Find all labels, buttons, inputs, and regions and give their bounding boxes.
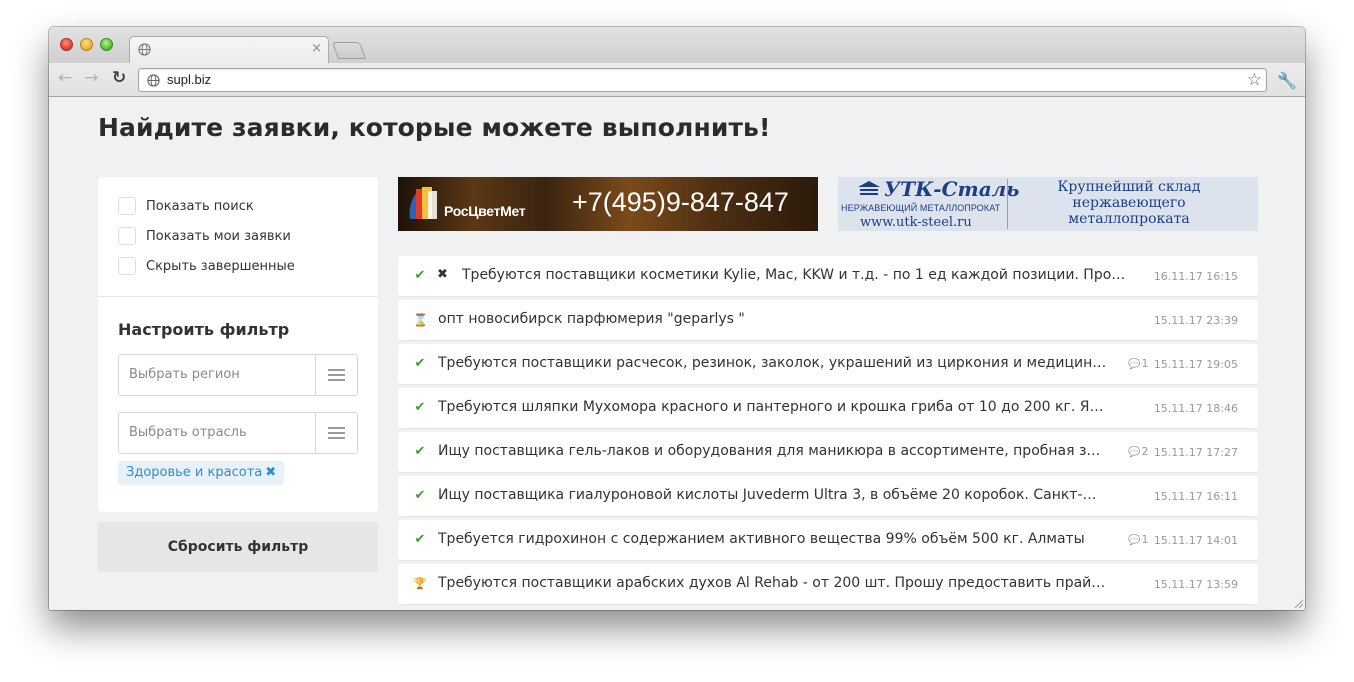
region-placeholder[interactable]: Выбрать регион: [129, 367, 240, 382]
remove-tag-icon[interactable]: ✖: [265, 465, 276, 480]
browser-toolbar: ← → ↻ supl.biz ☆ 🔧: [49, 63, 1305, 97]
comments-count[interactable]: 💬2: [1128, 445, 1148, 458]
menu-icon[interactable]: [315, 355, 357, 395]
roscvetmet-logo-icon: [409, 187, 437, 219]
request-row[interactable]: ✔ Ищу поставщика гиалуроновой кислоты Juv…: [398, 476, 1258, 516]
reset-filter-button[interactable]: Сбросить фильтр: [98, 522, 378, 572]
request-date: 15.11.17 16:11: [1153, 490, 1238, 503]
bookmark-star-icon[interactable]: ☆: [1247, 70, 1262, 90]
page-content: Найдите заявки, которые можете выполнить…: [49, 98, 1305, 610]
request-title-link[interactable]: Требуются шляпки Мухомора красного и пан…: [438, 399, 1136, 419]
banner-divider: [1007, 179, 1008, 229]
banner-subtitle: НЕРЖАВЕЮЩИЙ МЕТАЛЛОПРОКАТ: [841, 203, 1001, 213]
menu-icon[interactable]: [315, 413, 357, 453]
request-date: 15.11.17 19:05: [1153, 358, 1238, 371]
address-bar[interactable]: supl.biz ☆: [138, 68, 1267, 92]
tag-label[interactable]: Здоровье и красота: [126, 465, 262, 480]
slogan-line: нержавеющего: [1072, 195, 1186, 211]
browser-window: × ← → ↻ supl.biz ☆ 🔧 Найдите заявки, кот…: [49, 27, 1305, 610]
comments-number: 1: [1141, 533, 1149, 546]
check-icon: ✔: [414, 444, 426, 459]
request-date: 16.11.17 16:15: [1153, 270, 1238, 283]
request-row[interactable]: ✔ Ищу поставщика гель-лаков и оборудовани…: [398, 432, 1258, 472]
banner-phone: +7(495)9-847-847: [572, 187, 789, 217]
reload-icon[interactable]: ↻: [112, 70, 126, 87]
checkbox[interactable]: [118, 257, 136, 275]
request-title-link[interactable]: Требуются поставщики косметики Kylie, Ma…: [462, 267, 1136, 287]
checkbox-label[interactable]: Показать мои заявки: [146, 229, 291, 244]
banner-brand: УТК-Сталь: [884, 177, 1020, 201]
utk-logo-icon: [858, 181, 880, 195]
checkbox[interactable]: [118, 197, 136, 215]
comments-number: 1: [1141, 357, 1149, 370]
close-window-button[interactable]: [60, 38, 73, 51]
comments-count[interactable]: 💬1: [1128, 357, 1148, 370]
active-filter-tag[interactable]: Здоровье и красота ✖: [118, 461, 285, 485]
request-title-link[interactable]: Требуются поставщики арабских духов Al R…: [438, 575, 1136, 595]
request-date: 15.11.17 14:01: [1153, 534, 1238, 547]
banner-roscvetmet[interactable]: РосЦветМет +7(495)9-847-847: [398, 177, 818, 231]
comments-count[interactable]: 💬1: [1128, 533, 1148, 546]
forward-arrow-icon[interactable]: →: [84, 70, 98, 87]
check-icon: ✔: [414, 488, 426, 503]
region-select[interactable]: Выбрать регион: [118, 354, 358, 396]
title-bar: ×: [49, 27, 1305, 63]
request-date: 15.11.17 18:46: [1153, 402, 1238, 415]
request-title-link[interactable]: Требуется гидрохинон с содержанием актив…: [438, 531, 1120, 551]
request-date: 15.11.17 23:39: [1153, 314, 1238, 327]
request-row[interactable]: ✔ ✖ Требуются поставщики косметики Kylie, …: [398, 256, 1258, 296]
filter-heading: Настроить фильтр: [118, 320, 290, 339]
banner-site: www.utk-steel.ru: [860, 215, 972, 230]
check-icon: ✔: [414, 268, 426, 283]
request-date: 15.11.17 17:27: [1153, 446, 1238, 459]
resize-grip-icon[interactable]: [1293, 598, 1303, 608]
trophy-icon: 🏆: [413, 577, 427, 590]
comments-number: 2: [1141, 445, 1149, 458]
minimize-window-button[interactable]: [80, 38, 93, 51]
request-row[interactable]: ✔ Требуются поставщики расчесок, резинок,…: [398, 344, 1258, 384]
check-icon: ✔: [414, 532, 426, 547]
request-row[interactable]: ✔ Требуются шляпки Мухомора красного и па…: [398, 388, 1258, 428]
request-title-link[interactable]: Ищу поставщика гель-лаков и оборудования…: [438, 443, 1120, 463]
request-date: 15.11.17 13:59: [1153, 578, 1238, 591]
checkbox[interactable]: [118, 227, 136, 245]
banner-slogan: Крупнейший склад нержавеющего металлопро…: [1018, 179, 1240, 227]
slogan-line: Крупнейший склад: [1057, 179, 1201, 195]
back-arrow-icon[interactable]: ←: [58, 70, 72, 87]
globe-icon: [147, 74, 160, 87]
zoom-window-button[interactable]: [100, 38, 113, 51]
slogan-line: металлопроката: [1068, 211, 1190, 227]
divider: [98, 296, 378, 297]
browser-tab[interactable]: ×: [129, 36, 329, 63]
filter-panel: Показать поиск Показать мои заявки Скрыт…: [98, 177, 378, 512]
industry-select[interactable]: Выбрать отрасль: [118, 412, 358, 454]
industry-placeholder[interactable]: Выбрать отрасль: [129, 425, 247, 440]
request-row[interactable]: ⌛ опт новосибирск парфюмерия "geparlys " 1…: [398, 300, 1258, 340]
wrench-icon[interactable]: 🔧: [1277, 71, 1297, 90]
globe-icon: [138, 43, 151, 56]
request-row[interactable]: ✔ Требуется гидрохинон с содержанием акти…: [398, 520, 1258, 560]
page-title: Найдите заявки, которые можете выполнить…: [98, 113, 771, 142]
request-title-link[interactable]: Требуются поставщики расчесок, резинок, …: [438, 355, 1120, 375]
cross-icon: ✖: [437, 267, 448, 282]
check-icon: ✔: [414, 356, 426, 371]
request-title-link[interactable]: Ищу поставщика гиалуроновой кислоты Juve…: [438, 487, 1136, 507]
url-text[interactable]: supl.biz: [167, 72, 211, 87]
tab-close-icon[interactable]: ×: [311, 41, 322, 56]
checkbox-label[interactable]: Скрыть завершенные: [146, 259, 295, 274]
checkbox-label[interactable]: Показать поиск: [146, 199, 254, 214]
new-tab-button[interactable]: [331, 42, 367, 59]
request-row[interactable]: 🏆 Требуются поставщики арабских духов Al …: [398, 564, 1258, 604]
comment-bubble-icon: 💬: [1128, 535, 1141, 546]
hourglass-icon: ⌛: [413, 313, 428, 327]
comment-bubble-icon: 💬: [1128, 359, 1141, 370]
banner-logo-text: РосЦветМет: [444, 203, 526, 219]
comment-bubble-icon: 💬: [1128, 447, 1141, 458]
check-icon: ✔: [414, 400, 426, 415]
banner-utk-steel[interactable]: УТК-Сталь НЕРЖАВЕЮЩИЙ МЕТАЛЛОПРОКАТ www.…: [838, 177, 1258, 231]
request-title-link[interactable]: опт новосибирск парфюмерия "geparlys ": [438, 311, 1136, 331]
